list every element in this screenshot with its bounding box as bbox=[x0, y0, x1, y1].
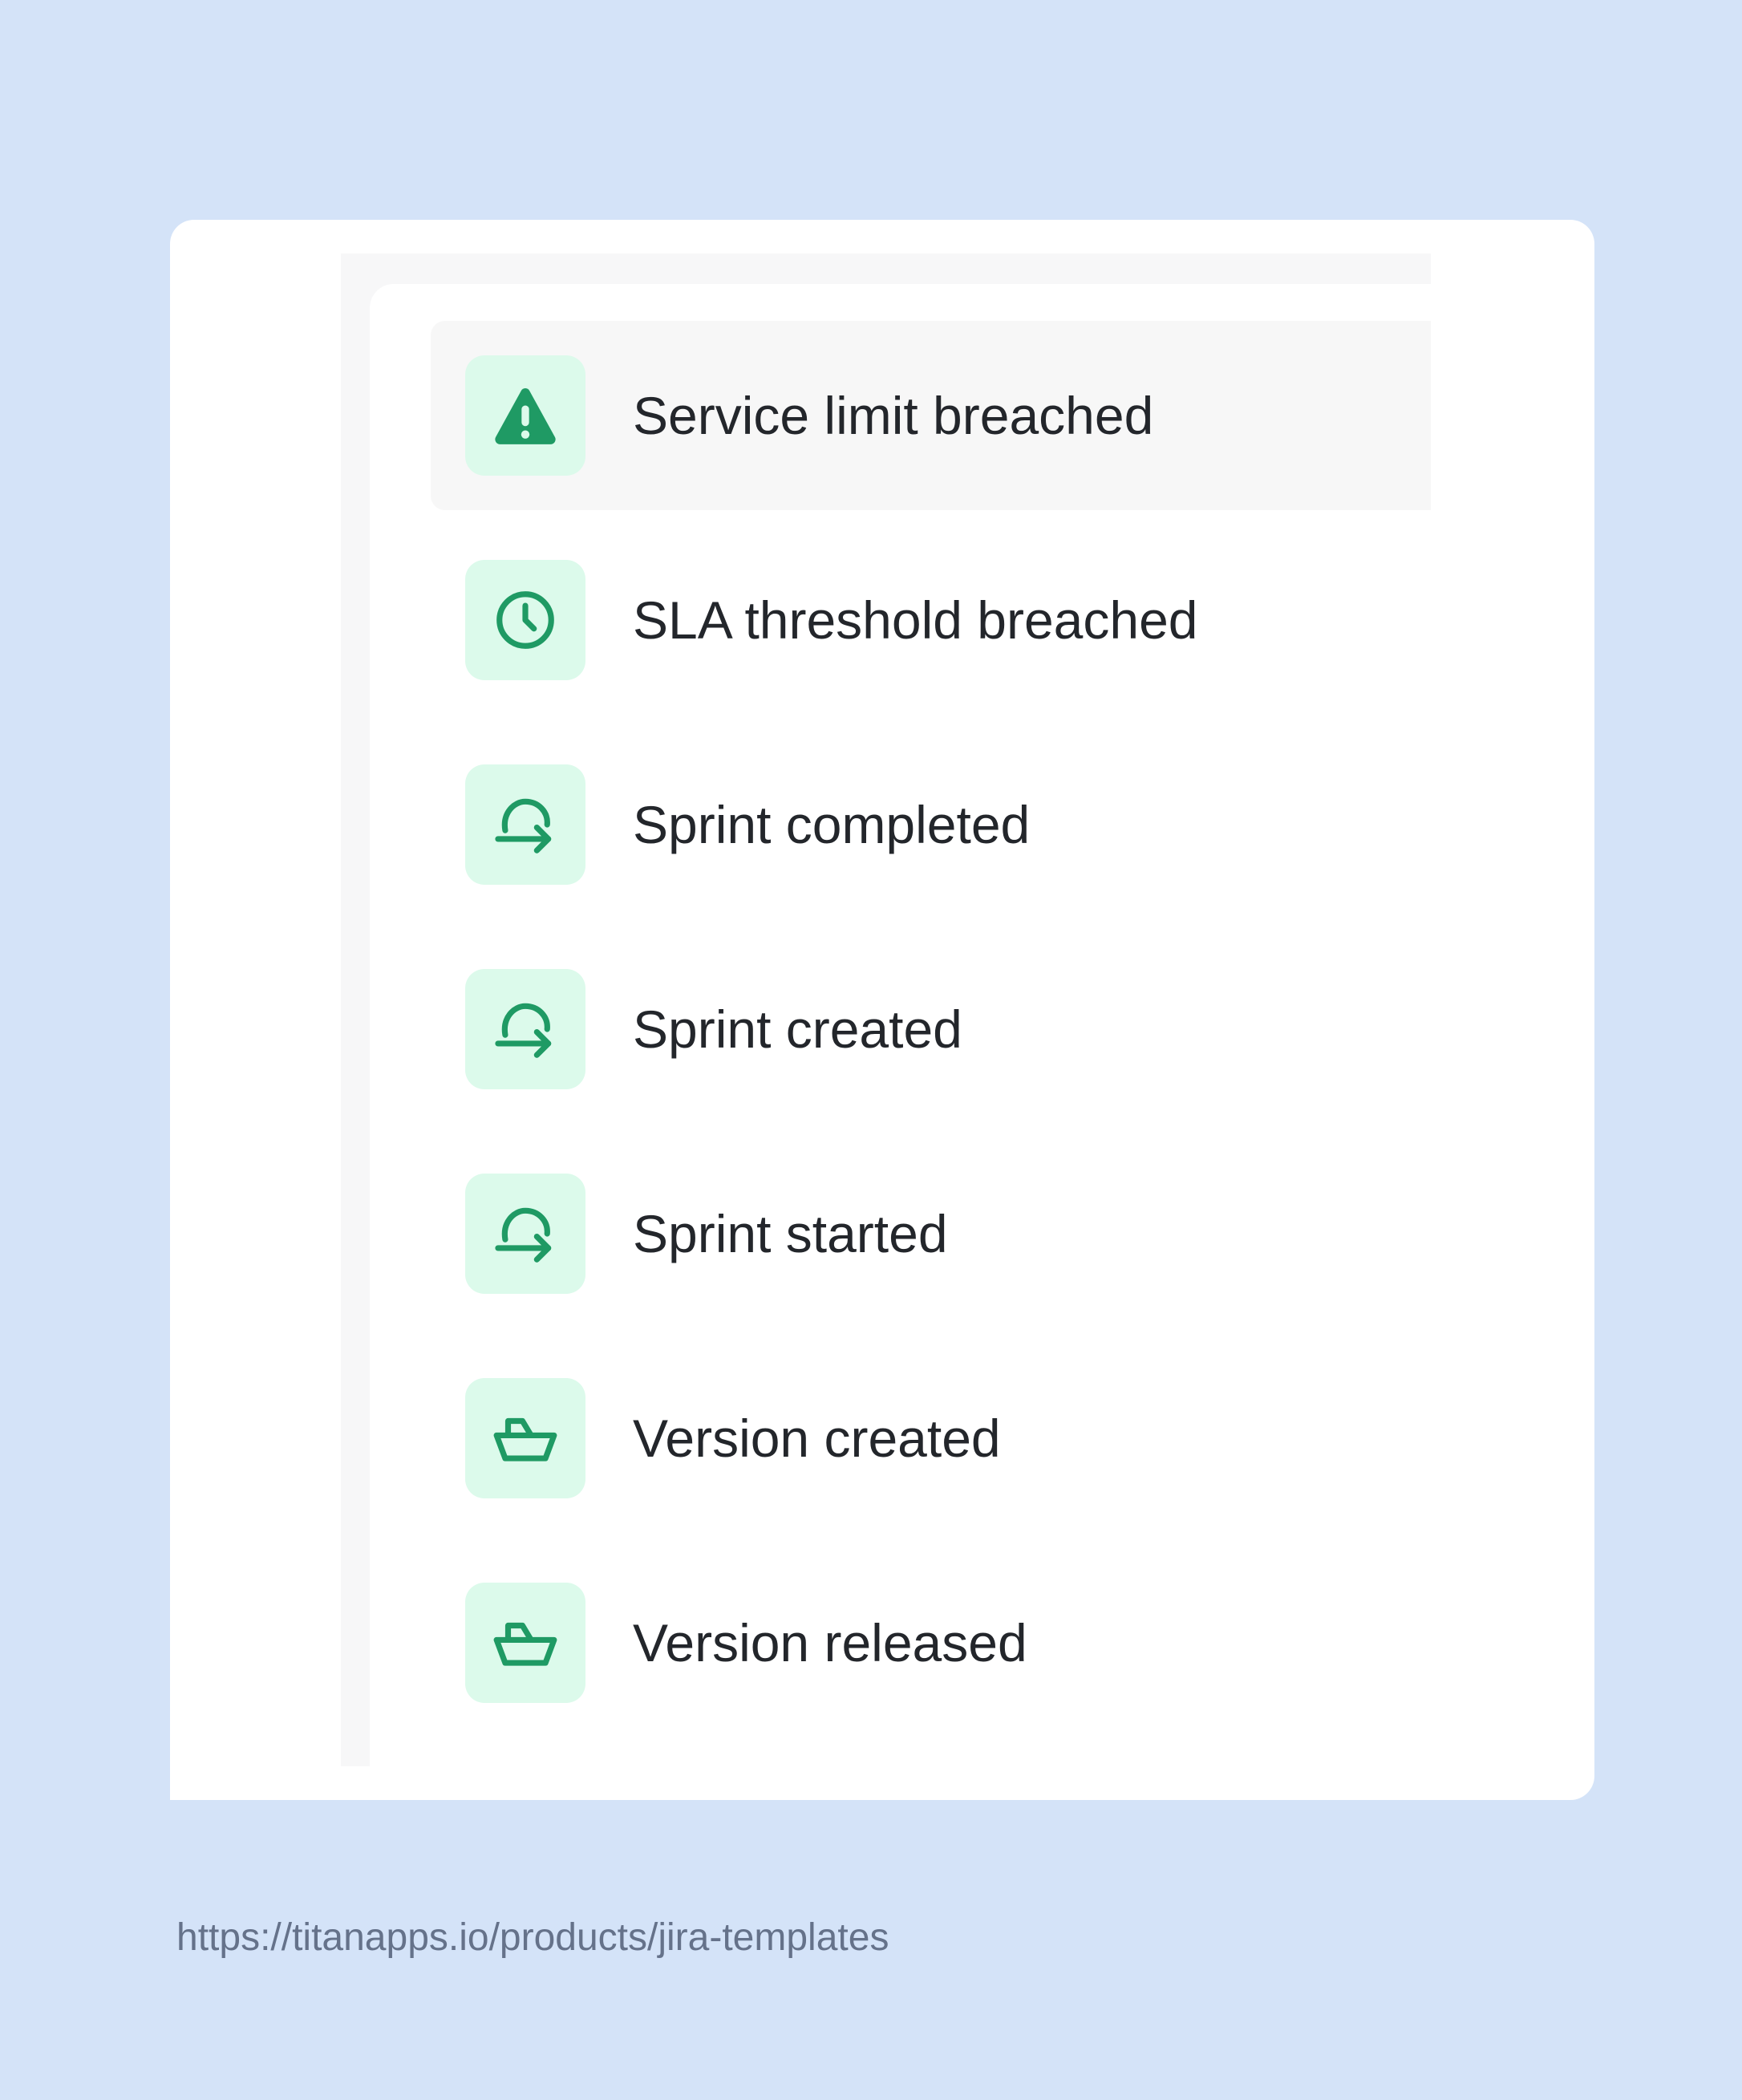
ship-icon bbox=[465, 1583, 585, 1703]
event-label: Service limit breached bbox=[633, 386, 1154, 445]
event-item-sprint-completed[interactable]: Sprint completed bbox=[431, 730, 1431, 919]
event-item-version-created[interactable]: Version created bbox=[431, 1344, 1431, 1533]
event-item-version-released[interactable]: Version released bbox=[431, 1548, 1431, 1737]
event-item-service-limit-breached[interactable]: Service limit breached bbox=[431, 321, 1431, 510]
event-list: Service limit breached SLA threshold bre… bbox=[431, 321, 1431, 1753]
event-label: Version created bbox=[633, 1409, 1001, 1468]
event-label: Sprint created bbox=[633, 999, 962, 1059]
source-url: https://titanapps.io/products/jira-templ… bbox=[176, 1916, 889, 1959]
clock-icon bbox=[465, 560, 585, 680]
event-item-sprint-created[interactable]: Sprint created bbox=[431, 934, 1431, 1124]
ship-icon bbox=[465, 1378, 585, 1498]
event-label: Sprint started bbox=[633, 1204, 948, 1263]
event-item-sla-threshold-breached[interactable]: SLA threshold breached bbox=[431, 525, 1431, 715]
event-label: SLA threshold breached bbox=[633, 590, 1198, 650]
sprint-arrow-icon bbox=[465, 764, 585, 885]
warning-triangle-icon bbox=[465, 355, 585, 476]
event-item-sprint-started[interactable]: Sprint started bbox=[431, 1139, 1431, 1328]
event-label: Sprint completed bbox=[633, 795, 1031, 854]
sprint-arrow-icon bbox=[465, 969, 585, 1089]
event-picker-card: Service limit breached SLA threshold bre… bbox=[170, 220, 1594, 1800]
event-label: Version released bbox=[633, 1613, 1027, 1672]
sprint-arrow-icon bbox=[465, 1174, 585, 1294]
